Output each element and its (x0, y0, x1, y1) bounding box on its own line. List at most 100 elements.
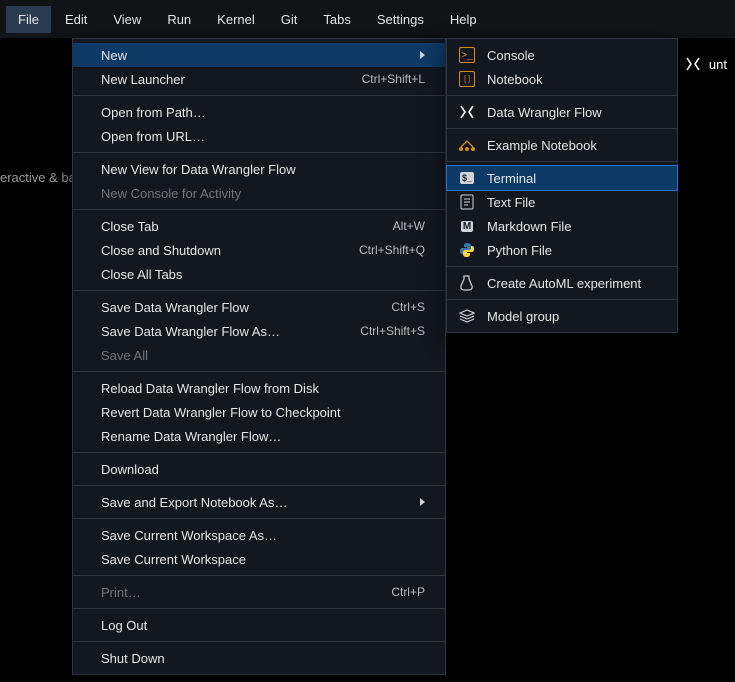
menu-item-label: Open from URL… (101, 129, 205, 144)
new-submenu-item[interactable]: Data Wrangler Flow (447, 100, 677, 124)
new-submenu-item[interactable]: [ ] Notebook (447, 67, 677, 91)
new-submenu-item[interactable]: $_ Terminal (447, 166, 677, 190)
file-menu-item: Print… Ctrl+P (73, 580, 445, 604)
submenu-item-label: Example Notebook (487, 138, 597, 153)
menu-separator (73, 371, 445, 372)
menubar-git[interactable]: Git (269, 6, 310, 33)
console-icon: >_ (457, 45, 477, 65)
new-submenu-item[interactable]: >_Console (447, 43, 677, 67)
markdown-icon: M (457, 216, 477, 236)
chevron-right-icon (420, 51, 425, 59)
submenu-item-label: Data Wrangler Flow (487, 105, 602, 120)
file-menu-item[interactable]: Close All Tabs (73, 262, 445, 286)
menu-item-label: Download (101, 462, 159, 477)
submenu-item-label: Notebook (487, 72, 543, 87)
menu-item-label: Shut Down (101, 651, 165, 666)
menu-item-label: Rename Data Wrangler Flow… (101, 429, 281, 444)
menu-item-label: Save Current Workspace As… (101, 528, 277, 543)
submenu-item-label: Model group (487, 309, 559, 324)
textfile-icon (457, 192, 477, 212)
menubar-edit[interactable]: Edit (53, 6, 99, 33)
modelgroup-icon (457, 306, 477, 326)
python-icon (457, 240, 477, 260)
menu-item-shortcut: Ctrl+S (391, 300, 425, 314)
new-submenu-item[interactable]: Create AutoML experiment (447, 271, 677, 295)
menubar-file[interactable]: File (6, 6, 51, 33)
file-menu-item[interactable]: Open from URL… (73, 124, 445, 148)
menu-separator (73, 641, 445, 642)
file-menu-item[interactable]: Save Current Workspace (73, 547, 445, 571)
wrangler-icon (457, 102, 477, 122)
file-menu-item[interactable]: Save Current Workspace As… (73, 523, 445, 547)
file-menu-item[interactable]: Close Tab Alt+W (73, 214, 445, 238)
menu-item-label: New (101, 48, 127, 63)
file-menu-item[interactable]: Revert Data Wrangler Flow to Checkpoint (73, 400, 445, 424)
menu-separator (447, 128, 677, 129)
menu-item-label: Revert Data Wrangler Flow to Checkpoint (101, 405, 341, 420)
menu-item-shortcut: Alt+W (393, 219, 425, 233)
file-menu-item[interactable]: New LauncherCtrl+Shift+L (73, 67, 445, 91)
terminal-icon: $_ (457, 168, 477, 188)
file-menu-item[interactable]: New View for Data Wrangler Flow (73, 157, 445, 181)
automl-icon (457, 273, 477, 293)
menu-separator (73, 518, 445, 519)
submenu-item-label: Terminal (487, 171, 536, 186)
new-submenu: >_Console[ ] Notebook Data Wrangler Flow Ex… (446, 38, 678, 333)
submenu-item-label: Text File (487, 195, 535, 210)
menu-item-label: Reload Data Wrangler Flow from Disk (101, 381, 319, 396)
example-icon (457, 135, 477, 155)
menu-separator (447, 161, 677, 162)
new-submenu-item[interactable]: Python File (447, 238, 677, 262)
file-menu-item[interactable]: Save Data Wrangler FlowCtrl+S (73, 295, 445, 319)
file-menu-item[interactable]: Reload Data Wrangler Flow from Disk (73, 376, 445, 400)
menu-item-label: Print… (101, 585, 141, 600)
menu-item-label: Log Out (101, 618, 147, 633)
menu-separator (73, 290, 445, 291)
file-menu-item[interactable]: Save Data Wrangler Flow As… Ctrl+Shift+S (73, 319, 445, 343)
menubar-settings[interactable]: Settings (365, 6, 436, 33)
menu-separator (73, 575, 445, 576)
menu-item-label: Close and Shutdown (101, 243, 221, 258)
new-submenu-item[interactable]: Text File (447, 190, 677, 214)
menubar: File Edit View Run Kernel Git Tabs Setti… (0, 0, 735, 38)
menu-item-label: New Launcher (101, 72, 185, 87)
menu-item-shortcut: Ctrl+Shift+Q (359, 243, 425, 257)
notebook-icon: [ ] (457, 69, 477, 89)
tab-fragment[interactable]: unt (675, 46, 735, 82)
submenu-item-label: Create AutoML experiment (487, 276, 641, 291)
menubar-help[interactable]: Help (438, 6, 489, 33)
file-menu-item[interactable]: Log Out (73, 613, 445, 637)
menu-item-shortcut: Ctrl+P (391, 585, 425, 599)
new-submenu-item[interactable]: Example Notebook (447, 133, 677, 157)
submenu-item-label: Markdown File (487, 219, 572, 234)
menu-item-label: New Console for Activity (101, 186, 241, 201)
new-submenu-item[interactable]: Model group (447, 304, 677, 328)
menu-separator (73, 485, 445, 486)
menubar-run[interactable]: Run (155, 6, 203, 33)
file-menu-item[interactable]: New (73, 43, 445, 67)
menu-separator (73, 95, 445, 96)
menubar-tabs[interactable]: Tabs (311, 6, 362, 33)
file-menu-item[interactable]: Open from Path… (73, 100, 445, 124)
wrangler-icon (683, 54, 703, 74)
file-menu-item[interactable]: Rename Data Wrangler Flow… (73, 424, 445, 448)
menu-item-label: New View for Data Wrangler Flow (101, 162, 296, 177)
menubar-view[interactable]: View (101, 6, 153, 33)
menubar-kernel[interactable]: Kernel (205, 6, 267, 33)
file-menu-item[interactable]: Shut Down (73, 646, 445, 670)
menu-item-label: Close Tab (101, 219, 159, 234)
menu-separator (73, 152, 445, 153)
file-menu-item[interactable]: Save and Export Notebook As… (73, 490, 445, 514)
submenu-item-label: Python File (487, 243, 552, 258)
file-menu-item[interactable]: Download (73, 457, 445, 481)
file-menu-item[interactable]: Close and Shutdown Ctrl+Shift+Q (73, 238, 445, 262)
menu-item-label: Save Data Wrangler Flow As… (101, 324, 280, 339)
menu-item-label: Save All (101, 348, 148, 363)
menu-separator (73, 452, 445, 453)
new-submenu-item[interactable]: M Markdown File (447, 214, 677, 238)
menu-separator (447, 299, 677, 300)
chevron-right-icon (420, 498, 425, 506)
menu-item-label: Close All Tabs (101, 267, 182, 282)
menu-item-label: Save Current Workspace (101, 552, 246, 567)
menu-item-shortcut: Ctrl+Shift+S (360, 324, 425, 338)
